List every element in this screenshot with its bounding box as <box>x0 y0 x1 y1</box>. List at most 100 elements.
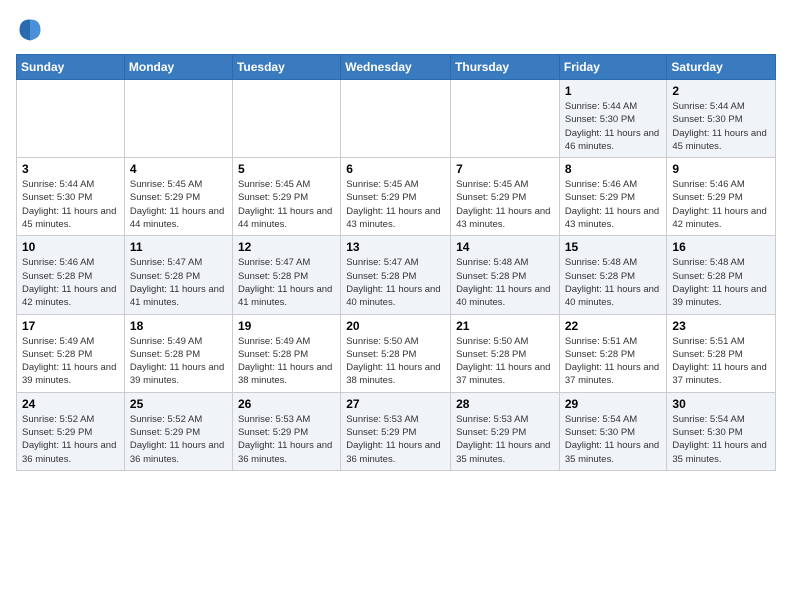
day-number: 28 <box>456 397 554 411</box>
day-number: 26 <box>238 397 335 411</box>
day-content: Sunrise: 5:49 AM Sunset: 5:28 PM Dayligh… <box>22 335 119 388</box>
day-number: 5 <box>238 162 335 176</box>
day-content: Sunrise: 5:50 AM Sunset: 5:28 PM Dayligh… <box>456 335 554 388</box>
calendar-cell: 20Sunrise: 5:50 AM Sunset: 5:28 PM Dayli… <box>341 314 451 392</box>
calendar-cell: 26 Sunrise: 5:53 AM Sunset: 5:29 PM Dayli… <box>232 392 340 470</box>
day-content: Sunrise: 5:54 AM Sunset: 5:30 PM Dayligh… <box>672 413 770 466</box>
day-content: Sunrise: 5:44 AM Sunset: 5:30 PM Dayligh… <box>22 178 119 231</box>
day-content: Sunrise: 5:52 AM Sunset: 5:29 PM Dayligh… <box>130 413 227 466</box>
day-content: Sunrise: 5:52 AM Sunset: 5:29 PM Dayligh… <box>22 413 119 466</box>
calendar-cell: 19 Sunrise: 5:49 AM Sunset: 5:28 PM Dayli… <box>232 314 340 392</box>
weekday-header: Sunday <box>17 55 125 80</box>
calendar-cell: 1Sunrise: 5:44 AM Sunset: 5:30 PM Daylig… <box>559 80 667 158</box>
calendar-cell: 17 Sunrise: 5:49 AM Sunset: 5:28 PM Dayli… <box>17 314 125 392</box>
day-content: Sunrise: 5:48 AM Sunset: 5:28 PM Dayligh… <box>565 256 662 309</box>
calendar-cell: 8 Sunrise: 5:46 AM Sunset: 5:29 PM Daylig… <box>559 158 667 236</box>
calendar-cell: 3Sunrise: 5:44 AM Sunset: 5:30 PM Daylig… <box>17 158 125 236</box>
day-content: Sunrise: 5:51 AM Sunset: 5:28 PM Dayligh… <box>565 335 662 388</box>
calendar-cell <box>451 80 560 158</box>
weekday-header: Thursday <box>451 55 560 80</box>
day-number: 13 <box>346 240 445 254</box>
day-content: Sunrise: 5:53 AM Sunset: 5:29 PM Dayligh… <box>456 413 554 466</box>
calendar-cell: 5 Sunrise: 5:45 AM Sunset: 5:29 PM Daylig… <box>232 158 340 236</box>
day-content: Sunrise: 5:53 AM Sunset: 5:29 PM Dayligh… <box>238 413 335 466</box>
calendar-cell: 4 Sunrise: 5:45 AM Sunset: 5:29 PM Daylig… <box>124 158 232 236</box>
weekday-header: Tuesday <box>232 55 340 80</box>
calendar-table: SundayMondayTuesdayWednesdayThursdayFrid… <box>16 54 776 471</box>
calendar-cell: 16Sunrise: 5:48 AM Sunset: 5:28 PM Dayli… <box>667 236 776 314</box>
calendar-cell: 12Sunrise: 5:47 AM Sunset: 5:28 PM Dayli… <box>232 236 340 314</box>
day-content: Sunrise: 5:46 AM Sunset: 5:29 PM Dayligh… <box>672 178 770 231</box>
header <box>16 16 776 44</box>
calendar-cell <box>232 80 340 158</box>
day-number: 23 <box>672 319 770 333</box>
calendar-cell: 27 Sunrise: 5:53 AM Sunset: 5:29 PM Dayli… <box>341 392 451 470</box>
day-content: Sunrise: 5:49 AM Sunset: 5:28 PM Dayligh… <box>238 335 335 388</box>
day-number: 9 <box>672 162 770 176</box>
calendar-cell: 24 Sunrise: 5:52 AM Sunset: 5:29 PM Dayli… <box>17 392 125 470</box>
calendar-week-row: 10Sunrise: 5:46 AM Sunset: 5:28 PM Dayli… <box>17 236 776 314</box>
calendar-week-row: 1 Sunrise: 5:44 AM Sunset: 5:30 PM Daylig… <box>17 80 776 158</box>
calendar-cell: 6Sunrise: 5:45 AM Sunset: 5:29 PM Daylig… <box>341 158 451 236</box>
day-number: 25 <box>130 397 227 411</box>
calendar-cell: 11 Sunrise: 5:47 AM Sunset: 5:28 PM Dayli… <box>124 236 232 314</box>
day-content: Sunrise: 5:49 AM Sunset: 5:28 PM Dayligh… <box>130 335 227 388</box>
day-number: 8 <box>565 162 662 176</box>
day-content: Sunrise: 5:47 AM Sunset: 5:28 PM Dayligh… <box>346 256 445 309</box>
calendar-cell: 7 Sunrise: 5:45 AM Sunset: 5:29 PM Daylig… <box>451 158 560 236</box>
calendar-cell: 14 Sunrise: 5:48 AM Sunset: 5:28 PM Dayli… <box>451 236 560 314</box>
calendar-cell: 23 Sunrise: 5:51 AM Sunset: 5:28 PM Dayli… <box>667 314 776 392</box>
calendar-cell: 28 Sunrise: 5:53 AM Sunset: 5:29 PM Dayli… <box>451 392 560 470</box>
calendar-cell: 9 Sunrise: 5:46 AM Sunset: 5:29 PM Daylig… <box>667 158 776 236</box>
day-number: 15 <box>565 240 662 254</box>
day-number: 7 <box>456 162 554 176</box>
calendar-cell: 25 Sunrise: 5:52 AM Sunset: 5:29 PM Dayli… <box>124 392 232 470</box>
logo <box>16 16 48 44</box>
day-content: Sunrise: 5:54 AM Sunset: 5:30 PM Dayligh… <box>565 413 662 466</box>
day-content: Sunrise: 5:48 AM Sunset: 5:28 PM Dayligh… <box>672 256 770 309</box>
day-content: Sunrise: 5:45 AM Sunset: 5:29 PM Dayligh… <box>238 178 335 231</box>
day-number: 27 <box>346 397 445 411</box>
day-content: Sunrise: 5:50 AM Sunset: 5:28 PM Dayligh… <box>346 335 445 388</box>
day-number: 1 <box>565 84 662 98</box>
day-content: Sunrise: 5:53 AM Sunset: 5:29 PM Dayligh… <box>346 413 445 466</box>
calendar-cell <box>124 80 232 158</box>
day-number: 18 <box>130 319 227 333</box>
day-number: 30 <box>672 397 770 411</box>
weekday-header-row: SundayMondayTuesdayWednesdayThursdayFrid… <box>17 55 776 80</box>
day-number: 22 <box>565 319 662 333</box>
weekday-header: Monday <box>124 55 232 80</box>
day-number: 6 <box>346 162 445 176</box>
day-number: 17 <box>22 319 119 333</box>
calendar-cell: 21 Sunrise: 5:50 AM Sunset: 5:28 PM Dayli… <box>451 314 560 392</box>
day-content: Sunrise: 5:47 AM Sunset: 5:28 PM Dayligh… <box>130 256 227 309</box>
day-number: 4 <box>130 162 227 176</box>
day-number: 21 <box>456 319 554 333</box>
calendar-cell <box>17 80 125 158</box>
calendar-week-row: 3Sunrise: 5:44 AM Sunset: 5:30 PM Daylig… <box>17 158 776 236</box>
calendar-cell: 18 Sunrise: 5:49 AM Sunset: 5:28 PM Dayli… <box>124 314 232 392</box>
day-number: 10 <box>22 240 119 254</box>
calendar-cell: 10Sunrise: 5:46 AM Sunset: 5:28 PM Dayli… <box>17 236 125 314</box>
day-content: Sunrise: 5:46 AM Sunset: 5:29 PM Dayligh… <box>565 178 662 231</box>
day-content: Sunrise: 5:51 AM Sunset: 5:28 PM Dayligh… <box>672 335 770 388</box>
day-number: 14 <box>456 240 554 254</box>
day-content: Sunrise: 5:45 AM Sunset: 5:29 PM Dayligh… <box>456 178 554 231</box>
calendar-cell: 15 Sunrise: 5:48 AM Sunset: 5:28 PM Dayli… <box>559 236 667 314</box>
weekday-header: Wednesday <box>341 55 451 80</box>
weekday-header: Friday <box>559 55 667 80</box>
day-number: 11 <box>130 240 227 254</box>
day-content: Sunrise: 5:45 AM Sunset: 5:29 PM Dayligh… <box>130 178 227 231</box>
calendar-cell: 30 Sunrise: 5:54 AM Sunset: 5:30 PM Dayli… <box>667 392 776 470</box>
day-number: 2 <box>672 84 770 98</box>
weekday-header: Saturday <box>667 55 776 80</box>
calendar-cell: 13 Sunrise: 5:47 AM Sunset: 5:28 PM Dayli… <box>341 236 451 314</box>
day-number: 19 <box>238 319 335 333</box>
day-content: Sunrise: 5:48 AM Sunset: 5:28 PM Dayligh… <box>456 256 554 309</box>
day-number: 29 <box>565 397 662 411</box>
day-number: 24 <box>22 397 119 411</box>
calendar-cell: 22 Sunrise: 5:51 AM Sunset: 5:28 PM Dayli… <box>559 314 667 392</box>
logo-icon <box>16 16 44 44</box>
calendar-week-row: 17 Sunrise: 5:49 AM Sunset: 5:28 PM Dayli… <box>17 314 776 392</box>
day-content: Sunrise: 5:44 AM Sunset: 5:30 PM Dayligh… <box>672 100 770 153</box>
